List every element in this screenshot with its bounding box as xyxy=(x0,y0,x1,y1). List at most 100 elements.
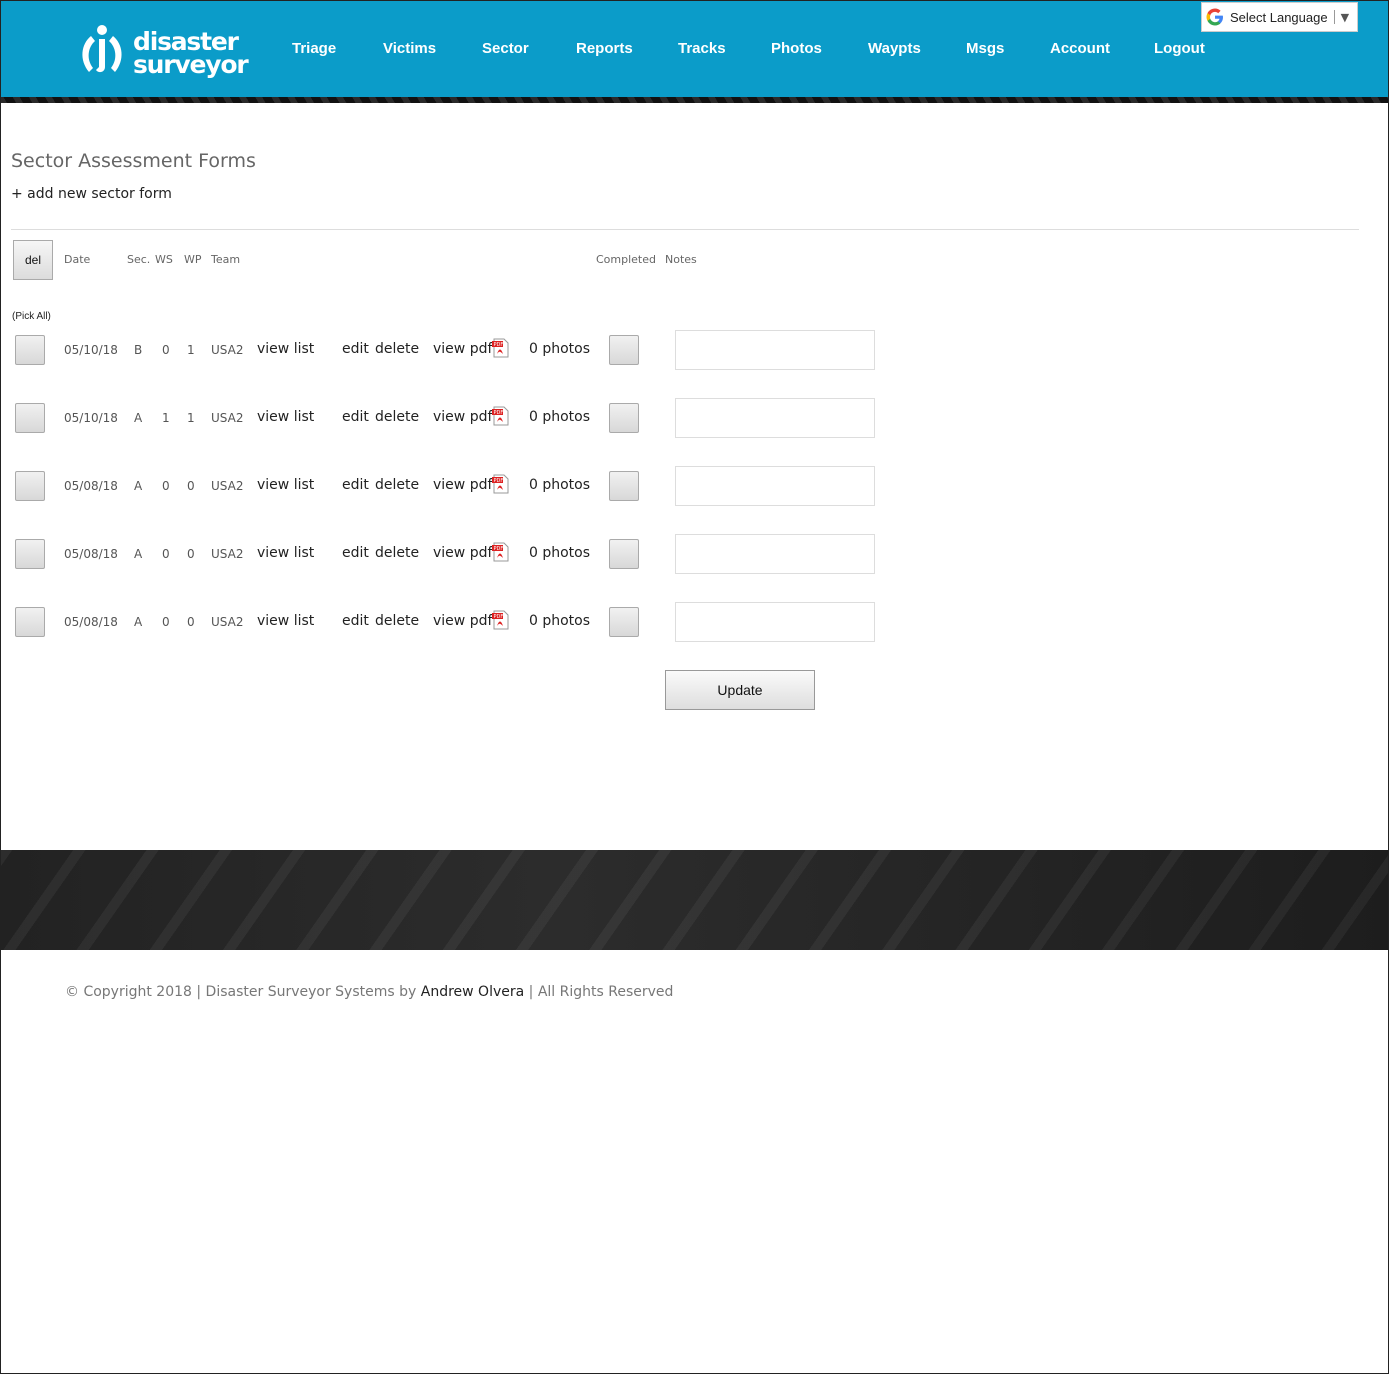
row-wp: 0 xyxy=(187,615,195,629)
language-separator xyxy=(1333,10,1335,24)
google-icon xyxy=(1206,8,1223,26)
row-ws: 0 xyxy=(162,547,170,561)
view-pdf-link[interactable]: view pdf xyxy=(433,477,492,493)
row-wp: 1 xyxy=(187,343,195,357)
delete-link[interactable]: delete xyxy=(375,477,419,493)
completed-checkbox[interactable] xyxy=(609,335,639,365)
svg-text:PDF: PDF xyxy=(494,478,504,484)
main-nav: Triage Victims Sector Reports Tracks Pho… xyxy=(0,40,1389,62)
photos-link[interactable]: 0 photos xyxy=(529,545,590,561)
edit-link[interactable]: edit xyxy=(342,545,369,561)
row-sec: A xyxy=(134,547,143,561)
photos-link[interactable]: 0 photos xyxy=(529,409,590,425)
view-list-link[interactable]: view list xyxy=(257,613,314,629)
row-team: USA2 xyxy=(211,411,244,425)
delete-link[interactable]: delete xyxy=(375,545,419,561)
row-select-checkbox[interactable] xyxy=(15,607,45,637)
delete-selected-button[interactable]: del xyxy=(13,240,53,280)
nav-triage[interactable]: Triage xyxy=(292,40,336,57)
edit-link[interactable]: edit xyxy=(342,613,369,629)
pdf-icon[interactable]: PDF xyxy=(491,406,511,426)
completed-checkbox[interactable] xyxy=(609,539,639,569)
notes-input[interactable] xyxy=(675,534,875,574)
language-label: Select Language xyxy=(1230,9,1328,25)
nav-reports[interactable]: Reports xyxy=(576,40,633,57)
pdf-icon[interactable]: PDF xyxy=(491,610,511,630)
row-sec: A xyxy=(134,479,143,493)
view-pdf-link[interactable]: view pdf xyxy=(433,613,492,629)
delete-link[interactable]: delete xyxy=(375,613,419,629)
view-pdf-link[interactable]: view pdf xyxy=(433,341,492,357)
notes-input[interactable] xyxy=(675,466,875,506)
row-date: 05/10/18 xyxy=(64,343,118,357)
nav-victims[interactable]: Victims xyxy=(383,40,436,57)
table-row: 05/08/18 A 0 0 USA2 view list edit delet… xyxy=(0,534,1389,574)
edit-link[interactable]: edit xyxy=(342,409,369,425)
row-wp: 0 xyxy=(187,547,195,561)
table-row: 05/08/18 A 0 0 USA2 view list edit delet… xyxy=(0,466,1389,506)
row-sec: B xyxy=(134,343,143,357)
divider xyxy=(11,229,1359,230)
row-sec: A xyxy=(134,411,143,425)
row-ws: 0 xyxy=(162,343,170,357)
pdf-icon[interactable]: PDF xyxy=(491,338,511,358)
row-ws: 0 xyxy=(162,615,170,629)
row-wp: 1 xyxy=(187,411,195,425)
photos-link[interactable]: 0 photos xyxy=(529,477,590,493)
row-select-checkbox[interactable] xyxy=(15,539,45,569)
column-header-sec: Sec. xyxy=(127,253,151,266)
view-list-link[interactable]: view list xyxy=(257,409,314,425)
edit-link[interactable]: edit xyxy=(342,341,369,357)
delete-link[interactable]: delete xyxy=(375,409,419,425)
nav-msgs[interactable]: Msgs xyxy=(966,40,1004,57)
page-title: Sector Assessment Forms xyxy=(11,150,256,172)
row-date: 05/08/18 xyxy=(64,615,118,629)
view-pdf-link[interactable]: view pdf xyxy=(433,409,492,425)
completed-checkbox[interactable] xyxy=(609,471,639,501)
copyright: © Copyright 2018 | Disaster Surveyor Sys… xyxy=(65,984,673,1000)
view-list-link[interactable]: view list xyxy=(257,477,314,493)
pdf-icon[interactable]: PDF xyxy=(491,474,511,494)
notes-input[interactable] xyxy=(675,330,875,370)
nav-waypts[interactable]: Waypts xyxy=(868,40,921,57)
pdf-icon[interactable]: PDF xyxy=(491,542,511,562)
copyright-suffix: | All Rights Reserved xyxy=(524,984,674,1000)
completed-checkbox[interactable] xyxy=(609,607,639,637)
table-row: 05/10/18 A 1 1 USA2 view list edit delet… xyxy=(0,398,1389,438)
completed-checkbox[interactable] xyxy=(609,403,639,433)
site-header: disaster surveyor Triage Victims Sector … xyxy=(0,0,1389,103)
nav-sector[interactable]: Sector xyxy=(482,40,529,57)
view-list-link[interactable]: view list xyxy=(257,341,314,357)
row-select-checkbox[interactable] xyxy=(15,403,45,433)
row-wp: 0 xyxy=(187,479,195,493)
nav-logout[interactable]: Logout xyxy=(1154,40,1205,57)
table-row: 05/10/18 B 0 1 USA2 view list edit delet… xyxy=(0,330,1389,370)
row-select-checkbox[interactable] xyxy=(15,471,45,501)
edit-link[interactable]: edit xyxy=(342,477,369,493)
add-new-sector-form-link[interactable]: + add new sector form xyxy=(11,186,172,202)
delete-link[interactable]: delete xyxy=(375,341,419,357)
table-row: 05/08/18 A 0 0 USA2 view list edit delet… xyxy=(0,602,1389,642)
pick-all-label[interactable]: (Pick All) xyxy=(12,311,51,322)
author-link[interactable]: Andrew Olvera xyxy=(421,984,524,1000)
nav-photos[interactable]: Photos xyxy=(771,40,822,57)
column-header-team: Team xyxy=(211,253,241,266)
column-header-date: Date xyxy=(64,253,91,266)
photos-link[interactable]: 0 photos xyxy=(529,341,590,357)
column-header-completed: Completed xyxy=(596,253,656,266)
chevron-down-icon: ▼ xyxy=(1340,10,1350,24)
row-ws: 0 xyxy=(162,479,170,493)
update-button[interactable]: Update xyxy=(665,670,815,710)
language-select[interactable]: Select Language ▼ xyxy=(1201,2,1358,32)
notes-input[interactable] xyxy=(675,602,875,642)
column-header-ws: WS xyxy=(155,253,173,266)
row-team: USA2 xyxy=(211,479,244,493)
notes-input[interactable] xyxy=(675,398,875,438)
view-list-link[interactable]: view list xyxy=(257,545,314,561)
row-sec: A xyxy=(134,615,143,629)
nav-account[interactable]: Account xyxy=(1050,40,1110,57)
photos-link[interactable]: 0 photos xyxy=(529,613,590,629)
nav-tracks[interactable]: Tracks xyxy=(678,40,726,57)
view-pdf-link[interactable]: view pdf xyxy=(433,545,492,561)
row-select-checkbox[interactable] xyxy=(15,335,45,365)
